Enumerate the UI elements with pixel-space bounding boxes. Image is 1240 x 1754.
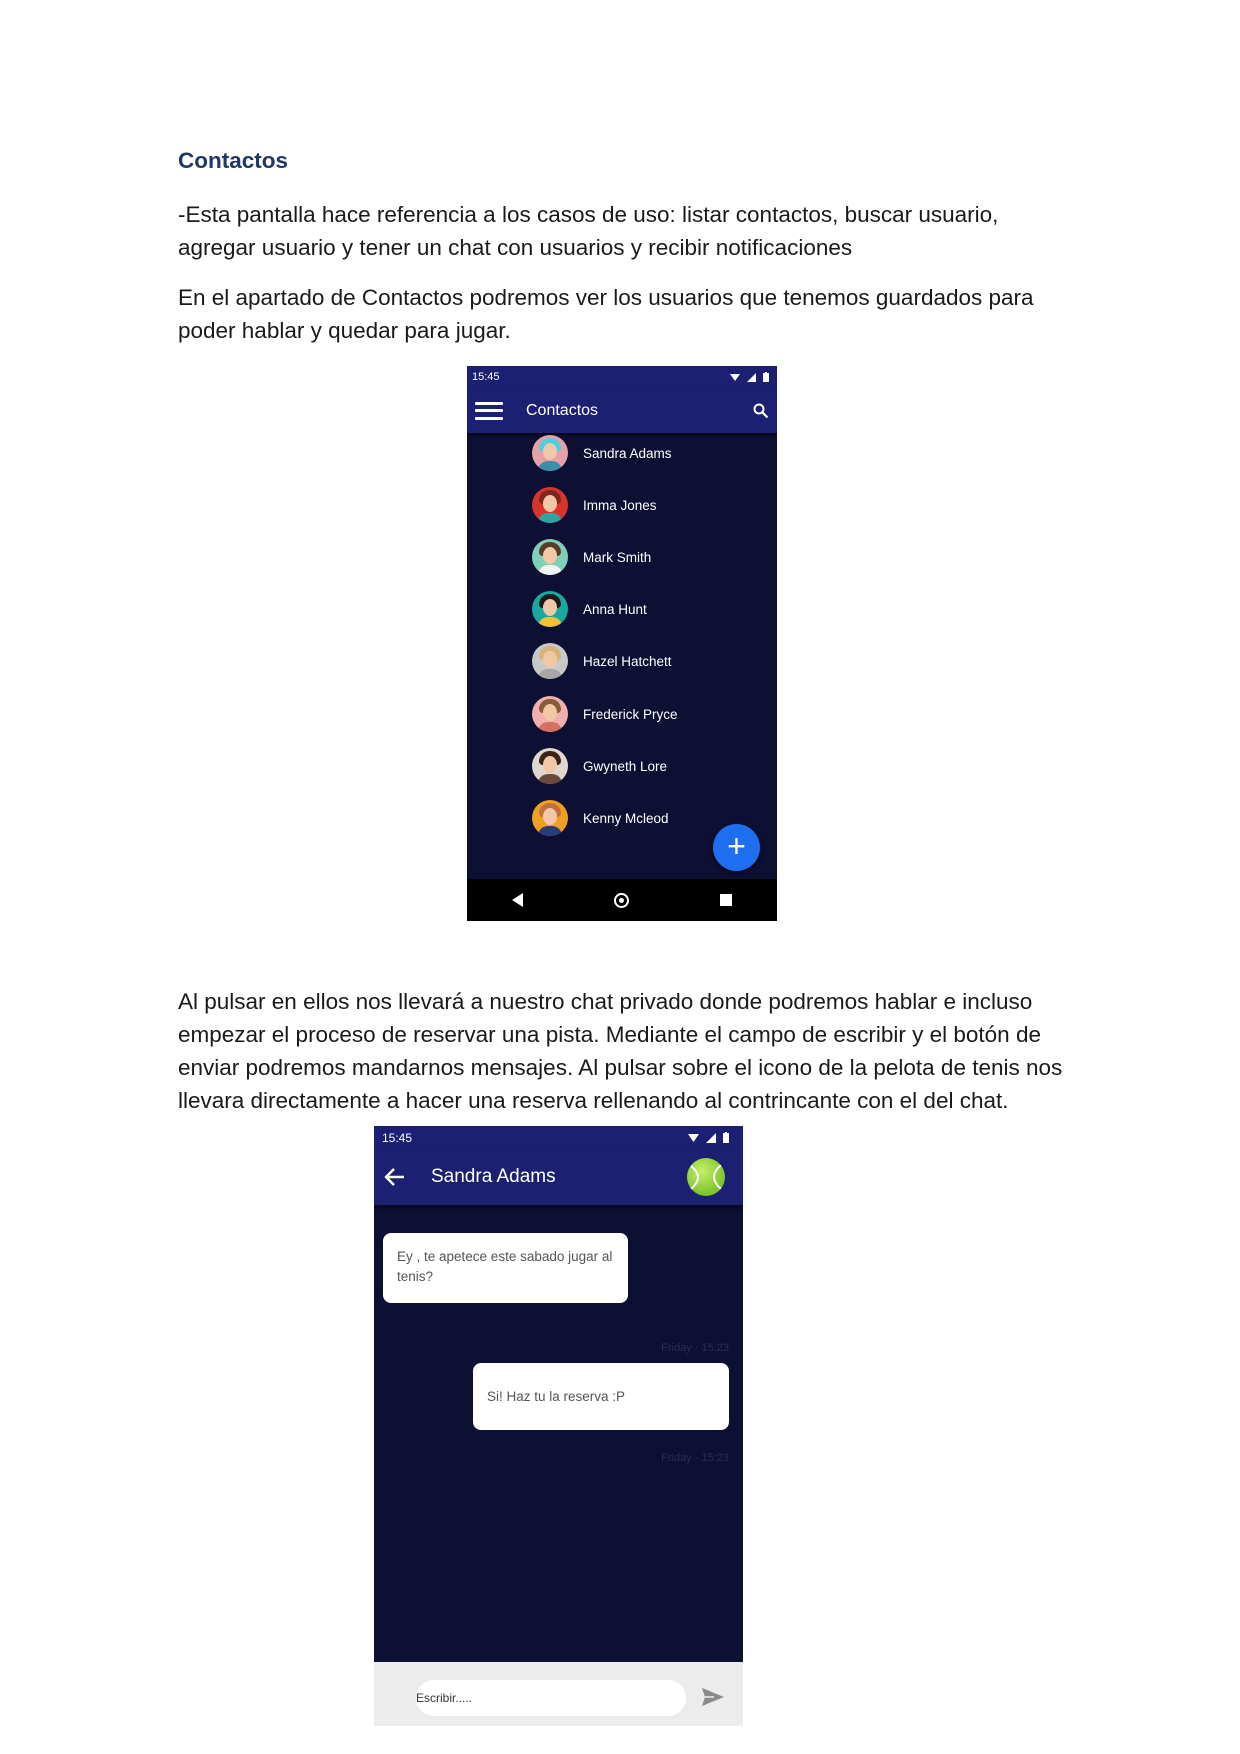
status-icons <box>730 372 769 382</box>
tennis-ball-icon[interactable] <box>687 1158 725 1196</box>
message-input[interactable] <box>416 1680 686 1716</box>
nav-back-icon[interactable] <box>512 893 524 907</box>
contact-item[interactable]: Mark Smith <box>532 537 651 577</box>
wifi-icon <box>730 373 740 381</box>
contact-name: Imma Jones <box>583 497 657 513</box>
search-icon[interactable] <box>753 403 769 419</box>
status-bar: 15:45 <box>374 1126 743 1149</box>
avatar <box>532 435 568 471</box>
status-time: 15:45 <box>472 371 500 383</box>
message-timestamp: Friday · 15:23 <box>661 1452 729 1464</box>
avatar <box>532 539 568 575</box>
avatar <box>532 591 568 627</box>
chat-contact-name: Sandra Adams <box>431 1166 556 1187</box>
nav-recent-icon[interactable] <box>719 894 732 906</box>
contacts-description: En el apartado de Contactos podremos ver… <box>178 285 1034 343</box>
avatar <box>532 748 568 784</box>
signal-icon <box>706 1132 716 1143</box>
message-bubble-incoming: Ey , te apetece este sabado jugar al ten… <box>383 1233 628 1303</box>
message-timestamp: Friday · 15:23 <box>661 1342 729 1354</box>
intro-paragraph: -Esta pantalla hace referencia a los cas… <box>178 202 999 260</box>
system-nav-bar <box>467 879 777 921</box>
contact-name: Mark Smith <box>583 549 652 565</box>
menu-icon[interactable] <box>475 401 503 420</box>
nav-home-icon[interactable] <box>613 892 629 908</box>
contact-item[interactable]: Frederick Pryce <box>532 694 678 734</box>
battery-icon <box>763 372 769 382</box>
status-bar: 15:45 <box>467 366 777 388</box>
contact-name: Kenny Mcleod <box>583 810 669 826</box>
contact-name: Sandra Adams <box>583 445 672 461</box>
status-time: 15:45 <box>382 1130 413 1145</box>
contact-item[interactable]: Kenny Mcleod <box>532 798 669 838</box>
contact-item[interactable]: Hazel Hatchett <box>532 641 672 681</box>
chat-description: Al pulsar en ellos nos llevará a nuestro… <box>178 989 1063 1113</box>
message-input-bar <box>374 1662 743 1726</box>
avatar <box>532 800 568 836</box>
page-title: Contactos <box>526 401 599 419</box>
avatar <box>532 696 568 732</box>
message-bubble-outgoing: Si! Haz tu la reserva :P <box>473 1363 729 1430</box>
contact-name: Hazel Hatchett <box>583 653 672 669</box>
avatar <box>532 643 568 679</box>
back-arrow-icon[interactable] <box>384 1167 406 1187</box>
chat-screenshot: 15:45 Sandra Adams Ey , te apetece este … <box>374 1126 743 1726</box>
add-contact-button[interactable]: + <box>713 824 760 871</box>
contact-item[interactable]: Imma Jones <box>532 485 657 525</box>
contacts-screenshot: 15:45 Contactos Sandra Adams Imma Jones Ma… <box>467 366 777 921</box>
wifi-icon <box>688 1133 699 1142</box>
avatar <box>532 487 568 523</box>
app-bar: Contactos <box>467 388 777 433</box>
signal-icon <box>747 372 756 382</box>
contact-item[interactable]: Gwyneth Lore <box>532 746 667 786</box>
section-heading: Contactos <box>178 148 289 173</box>
contact-name: Gwyneth Lore <box>583 758 668 774</box>
chat-app-bar: Sandra Adams <box>374 1149 743 1205</box>
contact-name: Anna Hunt <box>583 601 647 617</box>
contact-name: Frederick Pryce <box>583 706 678 722</box>
status-icons <box>688 1132 729 1143</box>
contact-item[interactable]: Anna Hunt <box>532 589 647 629</box>
battery-icon <box>723 1132 729 1143</box>
contact-item[interactable]: Sandra Adams <box>532 433 672 473</box>
send-icon[interactable] <box>702 1688 724 1711</box>
